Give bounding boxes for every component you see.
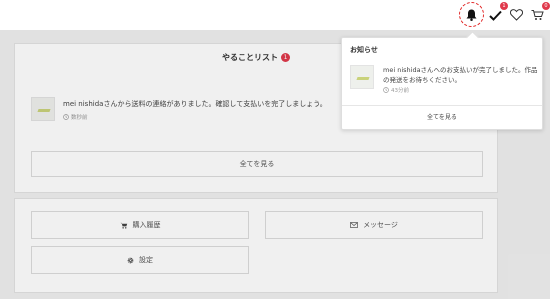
bell-icon (466, 9, 477, 21)
divider (342, 105, 542, 106)
notifications-view-all-link[interactable]: 全てを見る (342, 108, 542, 128)
heart-icon (509, 9, 523, 21)
clock-icon (383, 87, 389, 93)
notification-time: 43分前 (383, 86, 409, 94)
notification-item[interactable]: mei nishidaさんへのお支払いが完了しました。作品の発送をお待ちください… (350, 63, 538, 97)
app-root: 1 0 やることリスト 1 mei nishidaさんから送料の連絡がありました。… (0, 0, 550, 299)
favorites-button[interactable] (506, 5, 526, 25)
notification-bell-button[interactable] (459, 2, 484, 27)
top-header: 1 0 (0, 0, 550, 30)
todo-check-button[interactable]: 1 (485, 2, 508, 25)
notifications-popup: お知らせ mei nishidaさんへのお支払いが完了しました。作品の発送をお待… (341, 37, 543, 130)
cart-count-badge: 0 (542, 2, 550, 10)
notification-message: mei nishidaさんへのお支払いが完了しました。作品の発送をお待ちください… (383, 66, 538, 84)
notifications-title: お知らせ (350, 46, 378, 54)
item-thumbnail (350, 65, 374, 89)
cart-button[interactable]: 0 (527, 2, 550, 25)
notification-time-text: 43分前 (391, 88, 409, 94)
checkmark-icon (488, 10, 502, 21)
cart-icon (531, 10, 544, 20)
